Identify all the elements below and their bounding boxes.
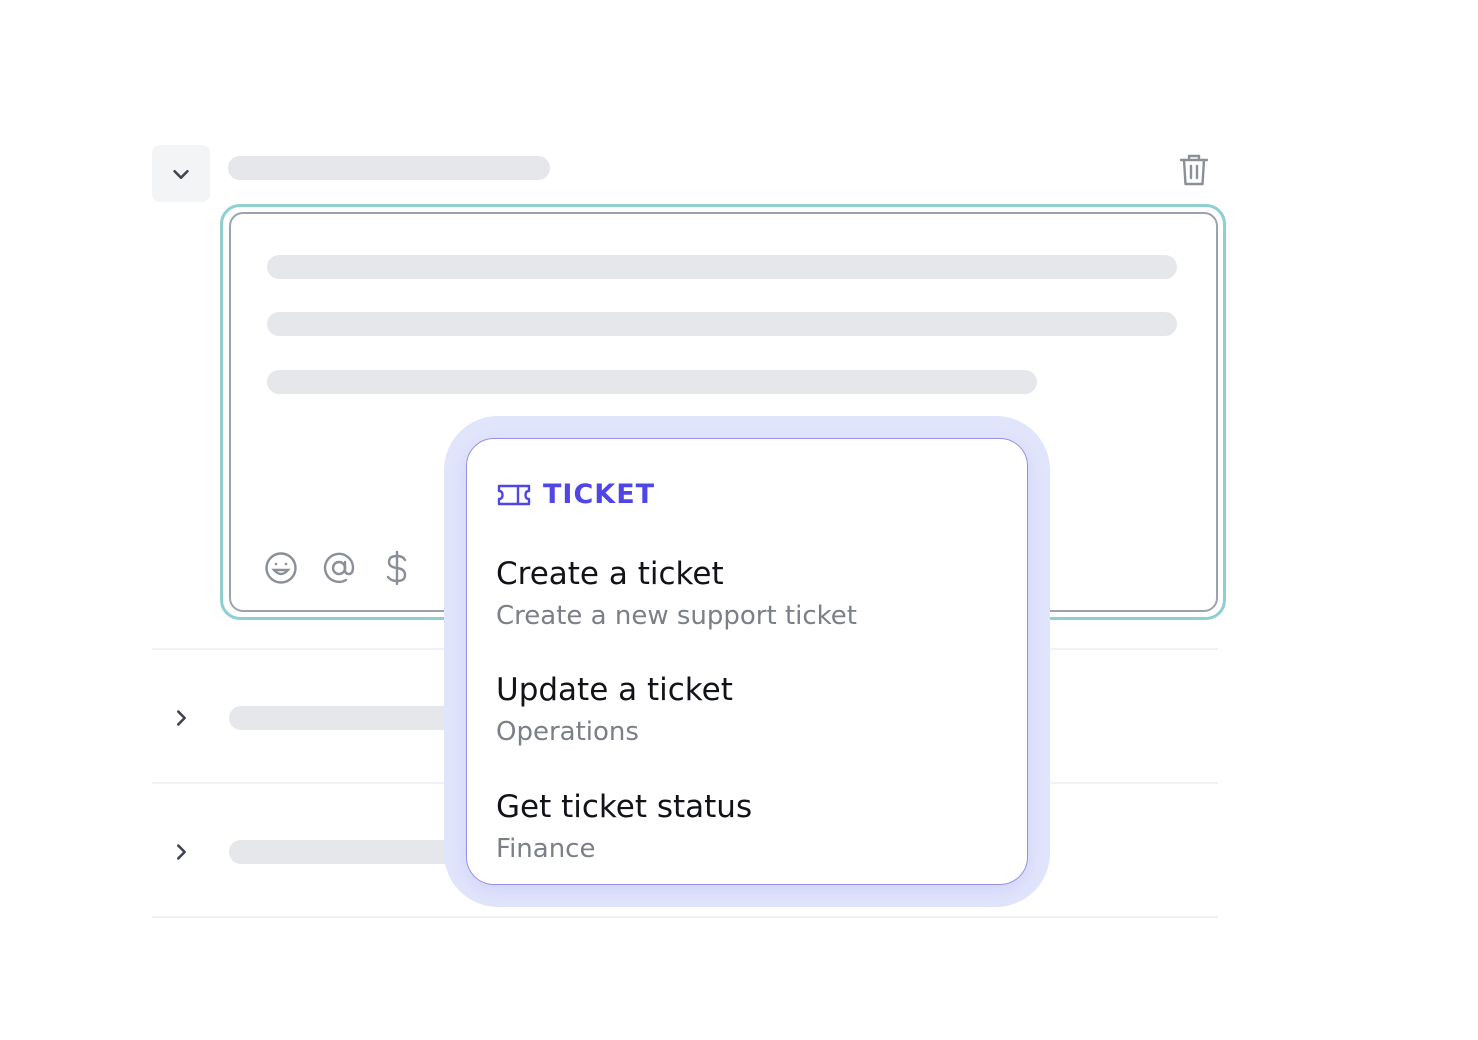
text-placeholder-line bbox=[267, 255, 1177, 279]
menu-item-subtitle: Operations bbox=[496, 717, 639, 747]
menu-item-update-ticket[interactable]: Update a ticket Operations bbox=[496, 671, 996, 749]
menu-item-title: Create a ticket bbox=[496, 556, 724, 592]
collapse-button[interactable] bbox=[152, 145, 210, 202]
menu-item-title: Get ticket status bbox=[496, 789, 753, 825]
emoji-button[interactable] bbox=[263, 550, 299, 586]
trash-icon bbox=[1179, 154, 1209, 186]
emoji-icon bbox=[265, 552, 297, 584]
menu-item-subtitle: Finance bbox=[496, 834, 596, 864]
chevron-right-icon bbox=[176, 710, 186, 726]
currency-button[interactable] bbox=[379, 550, 415, 586]
delete-button[interactable] bbox=[1174, 150, 1214, 190]
row-title-placeholder bbox=[229, 706, 469, 730]
text-placeholder-line bbox=[267, 312, 1177, 336]
ticket-menu: TICKET Create a ticket Create a new supp… bbox=[466, 438, 1028, 885]
row-title-placeholder bbox=[229, 840, 469, 864]
at-icon bbox=[323, 552, 355, 584]
ticket-icon bbox=[497, 484, 531, 505]
expand-button[interactable] bbox=[164, 835, 198, 869]
canvas: TICKET Create a ticket Create a new supp… bbox=[0, 0, 1478, 1040]
menu-header-label: TICKET bbox=[543, 479, 656, 510]
row-divider bbox=[152, 916, 1218, 918]
menu-item-get-ticket-status[interactable]: Get ticket status Finance bbox=[496, 788, 996, 866]
chevron-right-icon bbox=[176, 844, 186, 860]
menu-header: TICKET bbox=[497, 479, 655, 510]
menu-item-create-ticket[interactable]: Create a ticket Create a new support tic… bbox=[496, 555, 996, 633]
dollar-icon bbox=[386, 550, 407, 586]
menu-item-subtitle: Create a new support ticket bbox=[496, 601, 857, 631]
expand-button[interactable] bbox=[164, 701, 198, 735]
title-placeholder bbox=[228, 156, 550, 180]
menu-item-title: Update a ticket bbox=[496, 672, 733, 708]
text-placeholder-line bbox=[267, 370, 1037, 394]
chevron-down-icon bbox=[173, 169, 189, 179]
mention-button[interactable] bbox=[321, 550, 357, 586]
